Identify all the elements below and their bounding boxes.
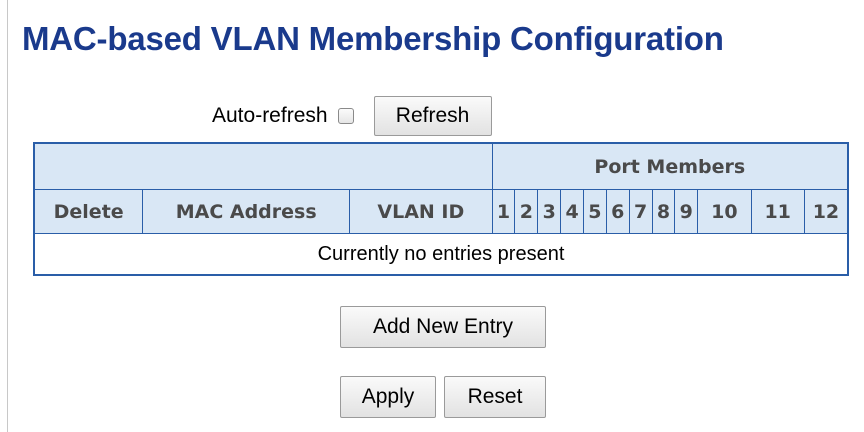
auto-refresh-label: Auto-refresh (212, 104, 328, 127)
port-column-header: 10 (697, 189, 752, 234)
port-column-header: 5 (582, 189, 607, 234)
port-column-header: 9 (674, 189, 699, 234)
table-header-row-columns: Delete MAC Address VLAN ID 1 2 3 4 5 6 7… (33, 189, 849, 234)
port-members-header: Port Members (491, 142, 849, 190)
port-column-header: 1 (491, 189, 516, 234)
table-row: Currently no entries present (33, 233, 849, 276)
port-column-header: 2 (514, 189, 539, 234)
port-column-header: 7 (628, 189, 653, 234)
page-title: MAC-based VLAN Membership Configuration (22, 20, 724, 57)
apply-button[interactable]: Apply (340, 376, 436, 418)
port-column-header: 11 (750, 189, 805, 234)
empty-table-message: Currently no entries present (33, 233, 849, 276)
port-column-header: 8 (651, 189, 676, 234)
table-header-row-group: Port Members (33, 142, 849, 190)
refresh-controls: Auto-refresh Refresh (212, 96, 492, 136)
port-column-header: 12 (803, 189, 849, 234)
reset-button[interactable]: Reset (444, 376, 546, 418)
auto-refresh-checkbox[interactable] (337, 108, 354, 124)
port-column-header: 6 (605, 189, 630, 234)
port-column-header: 3 (537, 189, 562, 234)
vlan-id-column-header: VLAN ID (349, 189, 493, 234)
delete-column-header: Delete (33, 189, 144, 234)
add-new-entry-button[interactable]: Add New Entry (340, 306, 546, 348)
blank-header-cell (33, 142, 493, 190)
port-column-header: 4 (560, 189, 584, 234)
mac-address-column-header: MAC Address (142, 189, 351, 234)
page-left-border (7, 0, 8, 432)
refresh-button[interactable]: Refresh (373, 96, 492, 136)
mac-vlan-table: Port Members Delete MAC Address VLAN ID … (33, 142, 849, 276)
